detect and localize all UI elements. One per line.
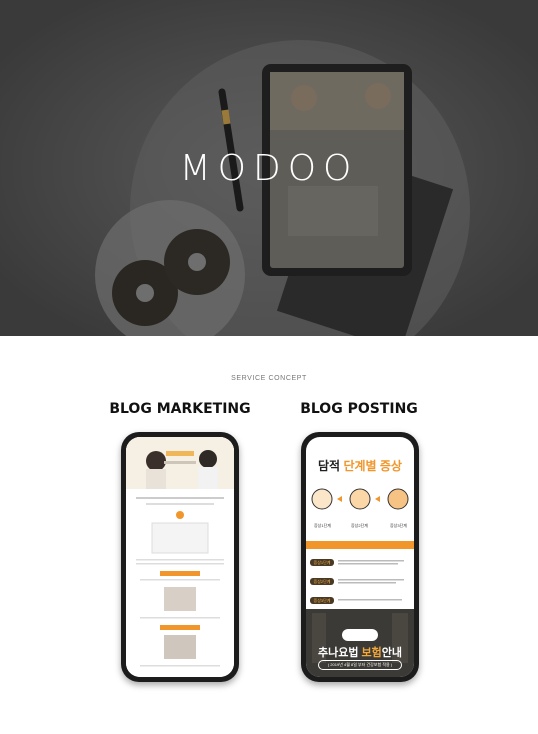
posting-logo-badge <box>342 629 378 641</box>
hero-title: MODOO <box>179 148 359 189</box>
posting-heading-accent: 단계별 증상 <box>343 459 402 473</box>
posting-bottom-title: 추나요법 보험안내 <box>306 644 414 660</box>
posting-heading: 담적 단계별 증상 <box>306 457 414 474</box>
posting-stage3-badge: 증상3단계 <box>310 597 334 604</box>
blog-marketing-phone <box>121 432 239 682</box>
posting-stage1-badge: 증상1단계 <box>310 559 334 566</box>
blog-posting-title: BLOG POSTING <box>300 401 418 417</box>
blog-posting-phone: 담적 단계별 증상 증상1단계 증상2단계 증상3단계 증상1단계 증상2단계 … <box>301 432 419 682</box>
posting-bottom-title-accent: 보험 <box>361 647 382 659</box>
posting-orange-band <box>306 541 414 549</box>
posting-bottom-title-pre: 추나요법 <box>317 647 359 659</box>
posting-bottom-title-post: 안내 <box>381 647 403 659</box>
posting-step2-label: 증상2단계 <box>351 523 368 528</box>
blog-marketing-screenshot <box>126 437 234 677</box>
posting-step3-label: 증상3단계 <box>390 523 407 528</box>
posting-step1-label: 증상1단계 <box>314 523 331 528</box>
posting-stage-text-lines <box>338 560 404 601</box>
posting-heading-pre: 담적 <box>318 459 341 473</box>
hero-banner: MODOO <box>0 0 538 336</box>
section-label: SERVICE CONCEPT <box>231 375 307 382</box>
blog-marketing-screen <box>126 437 234 677</box>
stomach-illustrations <box>311 488 409 510</box>
blog-posting-screen: 담적 단계별 증상 증상1단계 증상2단계 증상3단계 증상1단계 증상2단계 … <box>306 437 414 677</box>
posting-bottom-subtitle: ( 2019년 4월 8일 부터 건강보험 적용 ) <box>318 660 402 670</box>
posting-stage2-badge: 증상2단계 <box>310 578 334 585</box>
